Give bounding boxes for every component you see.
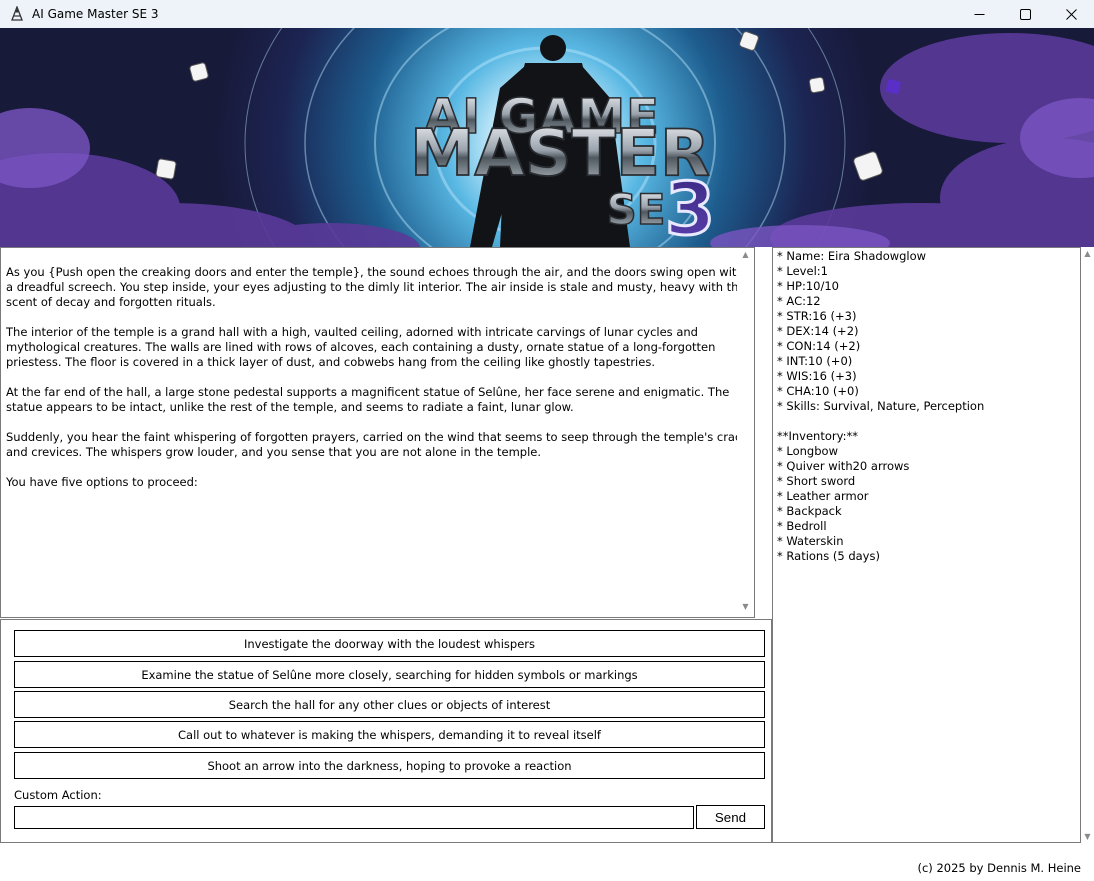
story-paragraph: As you {Push open the creaking doors and… xyxy=(6,265,746,309)
copyright-footer: (c) 2025 by Dennis M. Heine xyxy=(917,861,1082,875)
minimize-button[interactable] xyxy=(956,0,1002,28)
character-line: * DEX:14 (+2) xyxy=(777,324,859,338)
window-title: AI Game Master SE 3 xyxy=(32,7,159,21)
character-panel[interactable]: * Name: Eira Shadowglow * Level:1 * HP:10/… xyxy=(772,247,1081,843)
character-line: * Bedroll xyxy=(777,519,827,533)
character-line: * Quiver with20 arrows xyxy=(777,459,910,473)
character-scrollbar[interactable]: ▲ ▼ xyxy=(1081,247,1094,843)
character-line: * Waterskin xyxy=(777,534,844,548)
scroll-up-icon[interactable]: ▲ xyxy=(737,248,754,262)
send-button[interactable]: Send xyxy=(696,805,765,829)
character-line xyxy=(777,414,984,429)
character-sheet: * Name: Eira Shadowglow * Level:1 * HP:10/… xyxy=(777,249,984,564)
character-line: * CHA:10 (+0) xyxy=(777,384,859,398)
option-button-5[interactable]: Shoot an arrow into the darkness, hoping… xyxy=(14,752,765,779)
character-line: * AC:12 xyxy=(777,294,821,308)
story-panel[interactable]: As you {Push open the creaking doors and… xyxy=(0,247,755,618)
close-button[interactable] xyxy=(1048,0,1094,28)
character-line: * Skills: Survival, Nature, Perception xyxy=(777,399,985,413)
banner-title-number: 3 xyxy=(665,167,715,247)
character-line: * HP:10/10 xyxy=(777,279,840,293)
character-line: * WIS:16 (+3) xyxy=(777,369,857,383)
scroll-up-icon[interactable]: ▲ xyxy=(1081,249,1094,258)
character-line: * Name: Eira Shadowglow xyxy=(777,249,927,263)
close-icon xyxy=(1065,8,1077,20)
window-controls xyxy=(956,0,1094,28)
option-button-2[interactable]: Examine the statue of Selûne more closel… xyxy=(14,661,765,688)
option-button-3[interactable]: Search the hall for any other clues or o… xyxy=(14,691,765,718)
character-line: * Longbow xyxy=(777,444,838,458)
story-paragraph: Suddenly, you hear the faint whispering … xyxy=(6,430,754,459)
story-paragraph: At the far end of the hall, a large ston… xyxy=(6,385,730,414)
custom-action-input[interactable] xyxy=(14,806,694,829)
character-line: **Inventory:** xyxy=(777,429,858,443)
character-line: * INT:10 (+0) xyxy=(777,354,853,368)
banner-artwork: AI GAME MASTER SE 3 xyxy=(0,28,1094,247)
story-text: As you {Push open the creaking doors and… xyxy=(6,265,754,505)
minimize-icon xyxy=(974,13,984,15)
title-banner: AI GAME MASTER SE 3 xyxy=(0,28,1094,247)
character-line: * Level:1 xyxy=(777,264,828,278)
character-line: * STR:16 (+3) xyxy=(777,309,857,323)
story-paragraph: The interior of the temple is a grand ha… xyxy=(6,325,716,369)
character-line: * Backpack xyxy=(777,504,842,518)
maximize-icon xyxy=(1019,8,1031,20)
character-line: * Rations (5 days) xyxy=(777,549,880,563)
banner-title-se: SE xyxy=(607,185,666,234)
scroll-down-icon[interactable]: ▼ xyxy=(737,600,754,614)
character-line: * CON:14 (+2) xyxy=(777,339,861,353)
option-button-1[interactable]: Investigate the doorway with the loudest… xyxy=(14,630,765,657)
custom-action-label: Custom Action: xyxy=(14,788,102,802)
story-paragraph: You have five options to proceed: xyxy=(6,475,198,489)
scroll-down-icon[interactable]: ▼ xyxy=(1081,832,1094,841)
maximize-button[interactable] xyxy=(1002,0,1048,28)
character-line: * Leather armor xyxy=(777,489,869,503)
app-icon xyxy=(11,6,23,21)
character-line: * Short sword xyxy=(777,474,856,488)
option-button-4[interactable]: Call out to whatever is making the whisp… xyxy=(14,721,765,748)
story-scrollbar[interactable]: ▲ ▼ xyxy=(737,248,754,617)
title-bar: AI Game Master SE 3 xyxy=(0,0,1094,28)
